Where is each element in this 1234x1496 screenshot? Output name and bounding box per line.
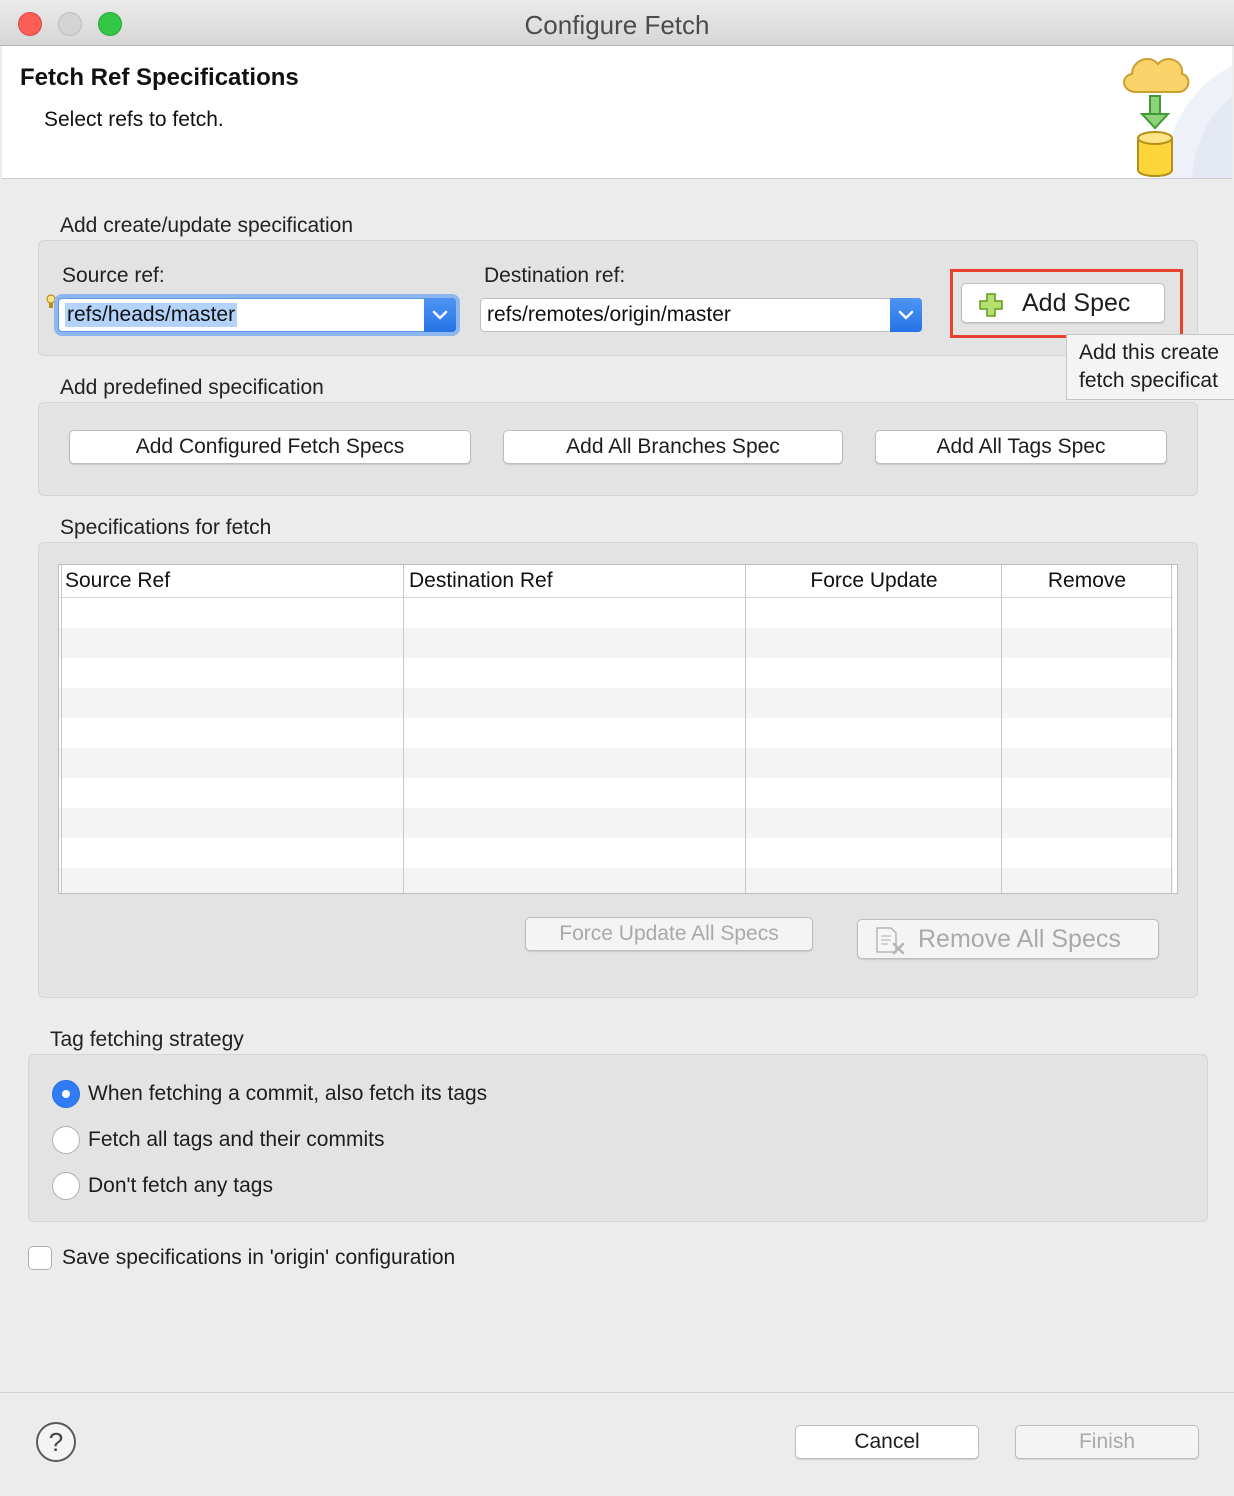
specifications-table[interactable]: Source Ref Destination Ref Force Update … xyxy=(58,564,1178,894)
chevron-down-icon xyxy=(432,310,448,320)
tooltip-line-2: fetch specificat xyxy=(1079,369,1218,392)
save-config-label[interactable]: Save specifications in 'origin' configur… xyxy=(62,1246,455,1270)
column-divider xyxy=(403,565,404,893)
radio-selected-dot xyxy=(62,1090,70,1098)
column-divider xyxy=(61,565,62,893)
table-row xyxy=(59,808,1173,838)
add-spec-button[interactable]: Add Spec xyxy=(961,283,1165,323)
cancel-button[interactable]: Cancel xyxy=(795,1425,979,1459)
page-subtitle: Select refs to fetch. xyxy=(44,108,224,131)
remove-all-specs-label: Remove All Specs xyxy=(918,925,1121,953)
add-all-branches-spec-button[interactable]: Add All Branches Spec xyxy=(503,430,843,464)
table-row xyxy=(59,718,1173,748)
wizard-header: Fetch Ref Specifications Select refs to … xyxy=(2,46,1232,179)
source-ref-label: Source ref: xyxy=(62,264,165,287)
radio-fetch-all-tags[interactable] xyxy=(52,1126,80,1154)
save-config-checkbox[interactable] xyxy=(28,1246,52,1270)
radio-label-no-tags[interactable]: Don't fetch any tags xyxy=(88,1174,273,1198)
column-divider xyxy=(1001,565,1002,893)
tag-strategy-section-label: Tag fetching strategy xyxy=(50,1028,244,1051)
table-row xyxy=(59,778,1173,808)
destination-ref-combo[interactable]: refs/remotes/origin/master xyxy=(480,298,922,332)
radio-label-fetch-commit-tags[interactable]: When fetching a commit, also fetch its t… xyxy=(88,1082,487,1106)
column-header-destination-ref[interactable]: Destination Ref xyxy=(409,565,739,597)
page-title: Fetch Ref Specifications xyxy=(20,64,299,91)
column-divider xyxy=(1171,565,1172,893)
add-all-tags-spec-button[interactable]: Add All Tags Spec xyxy=(875,430,1167,464)
predefined-section-label: Add predefined specification xyxy=(60,376,324,399)
create-update-section-label: Add create/update specification xyxy=(60,214,354,237)
green-plus-icon xyxy=(979,293,1003,317)
chevron-down-icon xyxy=(898,310,914,320)
table-row xyxy=(59,658,1173,688)
table-row xyxy=(59,688,1173,718)
table-row xyxy=(59,748,1173,778)
radio-fetch-commit-tags[interactable] xyxy=(52,1080,80,1108)
column-header-source-ref[interactable]: Source Ref xyxy=(65,565,395,597)
add-spec-tooltip: Add this create fetch specificat xyxy=(1066,334,1234,400)
table-row xyxy=(59,628,1173,658)
specifications-section-label: Specifications for fetch xyxy=(60,516,272,539)
column-header-remove[interactable]: Remove xyxy=(1003,565,1171,597)
column-divider xyxy=(745,565,746,893)
column-header-force-update[interactable]: Force Update xyxy=(747,565,1001,597)
table-row xyxy=(59,598,1173,628)
source-ref-value: refs/heads/master xyxy=(65,303,238,327)
destination-ref-value: refs/remotes/origin/master xyxy=(487,303,731,326)
finish-button[interactable]: Finish xyxy=(1015,1425,1199,1459)
help-icon[interactable]: ? xyxy=(36,1422,76,1462)
cloud-to-database-icon xyxy=(1123,58,1232,178)
document-remove-icon xyxy=(876,927,905,955)
source-ref-combo[interactable]: refs/heads/master xyxy=(58,298,456,332)
source-ref-dropdown-button[interactable] xyxy=(424,298,456,332)
content-assist-bulb-icon xyxy=(46,294,56,308)
radio-no-tags[interactable] xyxy=(52,1172,80,1200)
window-title: Configure Fetch xyxy=(524,10,710,40)
remove-all-specs-button[interactable]: Remove All Specs xyxy=(857,919,1159,959)
table-row xyxy=(59,838,1173,868)
tooltip-line-1: Add this create xyxy=(1079,341,1220,364)
add-configured-fetch-specs-button[interactable]: Add Configured Fetch Specs xyxy=(69,430,471,464)
radio-label-fetch-all-tags[interactable]: Fetch all tags and their commits xyxy=(88,1128,384,1152)
footer-divider xyxy=(0,1392,1234,1393)
destination-ref-label: Destination ref: xyxy=(484,264,626,287)
add-spec-label: Add Spec xyxy=(1022,289,1131,317)
table-row xyxy=(59,868,1173,893)
destination-ref-dropdown-button[interactable] xyxy=(890,298,922,332)
force-update-all-specs-button[interactable]: Force Update All Specs xyxy=(525,917,813,951)
